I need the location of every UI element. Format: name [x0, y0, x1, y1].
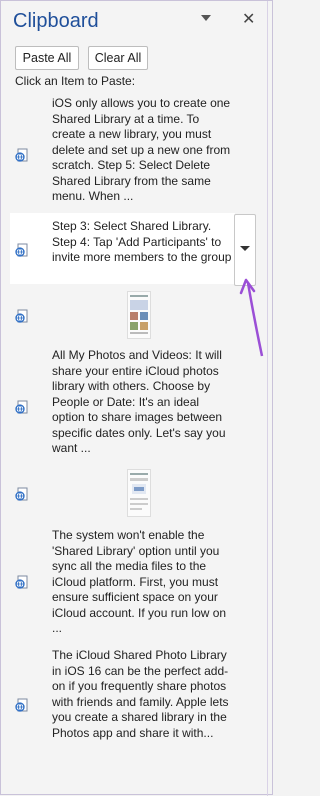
web-globe-doc-icon: [15, 243, 28, 257]
clipboard-item-text: All My Photos and Videos: It will share …: [52, 348, 226, 455]
clipboard-item-image[interactable]: [10, 469, 235, 517]
close-icon[interactable]: ✕: [242, 9, 255, 29]
pane-title: Clipboard: [13, 10, 99, 32]
item-dropdown-button[interactable]: [234, 214, 256, 286]
clipboard-item[interactable]: The iCloud Shared Photo Library in iOS 1…: [10, 648, 235, 761]
web-globe-doc-icon: [15, 400, 28, 414]
dropdown-arrow-icon: [240, 246, 250, 251]
web-globe-doc-icon: [15, 487, 28, 501]
clipboard-item-selected[interactable]: Step 3: Select Shared Library. Step 4: T…: [10, 213, 235, 284]
clipboard-item-text: iOS only allows you to create one Shared…: [52, 96, 231, 203]
image-thumbnail: [127, 469, 151, 517]
clear-all-button[interactable]: Clear All: [88, 46, 148, 70]
clipboard-pane: Clipboard ✕ Paste All Clear All Click an…: [0, 0, 273, 796]
web-globe-doc-icon: [15, 309, 28, 323]
clipboard-item-text: The iCloud Shared Photo Library in iOS 1…: [52, 648, 229, 740]
clipboard-item[interactable]: All My Photos and Videos: It will share …: [10, 348, 235, 455]
pane-border: [267, 1, 268, 796]
instruction-label: Click an Item to Paste:: [15, 74, 136, 88]
pane-options-chevron-down-icon[interactable]: [201, 15, 211, 21]
paste-all-button[interactable]: Paste All: [15, 46, 79, 70]
web-globe-doc-icon: [15, 698, 28, 712]
clipboard-item-text: Step 3: Select Shared Library. Step 4: T…: [52, 219, 232, 264]
clipboard-item-image[interactable]: [10, 291, 235, 339]
web-globe-doc-icon: [15, 148, 28, 162]
clipboard-item-text: The system won't enable the 'Shared Libr…: [52, 528, 227, 635]
clipboard-item[interactable]: The system won't enable the 'Shared Libr…: [10, 528, 235, 635]
image-thumbnail: [127, 291, 151, 339]
web-globe-doc-icon: [15, 575, 28, 589]
clipboard-item[interactable]: iOS only allows you to create one Shared…: [10, 96, 235, 203]
